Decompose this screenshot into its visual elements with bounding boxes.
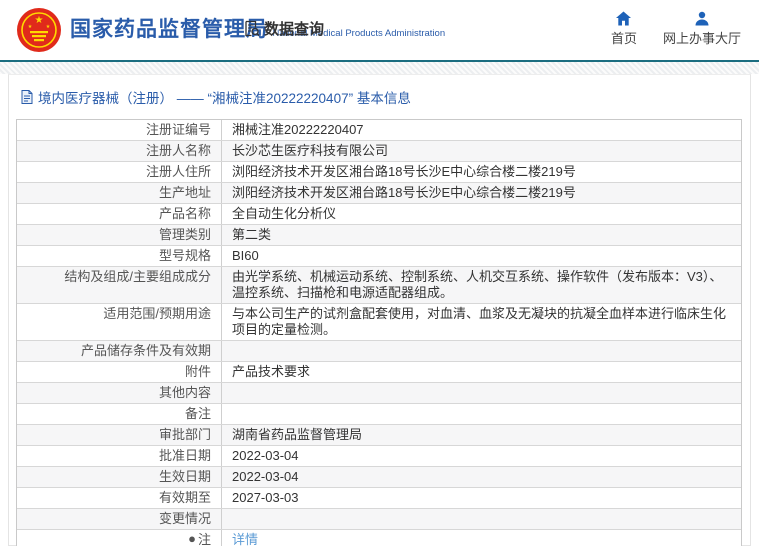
document-search-icon: [243, 20, 260, 37]
row-label: 注册证编号: [17, 120, 222, 140]
row-value: 2027-03-03: [232, 490, 299, 505]
table-row: 产品储存条件及有效期: [17, 341, 741, 362]
nav-home-label: 首页: [610, 31, 637, 46]
row-label: 管理类别: [17, 225, 222, 245]
table-row: 审批部门 湖南省药品监督管理局: [17, 425, 741, 446]
data-query-tab[interactable]: 数据查询: [243, 18, 324, 39]
row-label: 适用范围/预期用途: [17, 304, 222, 340]
table-row: 注册人名称 长沙芯生医疗科技有限公司: [17, 141, 741, 162]
decorative-strip: [0, 62, 759, 74]
nav-online-hall-label: 网上办事大厅: [662, 31, 741, 46]
row-value: [222, 341, 741, 361]
content-panel: 境内医疗器械（注册） —— “湘械注准20222220407” 基本信息 注册证…: [8, 74, 751, 546]
table-row: 生效日期 2022-03-04: [17, 467, 741, 488]
breadcrumb: 境内医疗器械（注册） —— “湘械注准20222220407” 基本信息: [9, 75, 750, 117]
document-icon: [21, 90, 33, 104]
table-row: 适用范围/预期用途 与本公司生产的试剂盒配套使用，对血清、血浆及无凝块的抗凝全血样…: [17, 304, 741, 341]
table-row: 管理类别 第二类: [17, 225, 741, 246]
note-icon: ●: [188, 531, 196, 546]
row-value: 由光学系统、机械运动系统、控制系统、人机交互系统、操作软件（发布版本：V3）、温…: [232, 269, 723, 300]
row-label: 生产地址: [17, 183, 222, 203]
nav-online-hall[interactable]: 网上办事大厅: [663, 11, 741, 47]
table-row: 生产地址 浏阳经济技术开发区湘台路18号长沙E中心综合楼二楼219号: [17, 183, 741, 204]
row-value: 浏阳经济技术开发区湘台路18号长沙E中心综合楼二楼219号: [232, 164, 576, 179]
detail-link[interactable]: 详情: [232, 532, 258, 546]
row-label: ● 注: [17, 530, 222, 546]
row-value: 2022-03-04: [232, 448, 299, 463]
table-row: 批准日期 2022-03-04: [17, 446, 741, 467]
row-value: 详情: [222, 530, 741, 546]
header-nav: 首页 网上办事大厅: [611, 11, 741, 47]
row-label: 审批部门: [17, 425, 222, 445]
row-label: 结构及组成/主要组成成分: [17, 267, 222, 303]
table-row: 结构及组成/主要组成成分 由光学系统、机械运动系统、控制系统、人机交互系统、操作软…: [17, 267, 741, 304]
nav-home[interactable]: 首页: [611, 11, 637, 47]
row-value: 产品技术要求: [232, 364, 311, 379]
table-row: 注册证编号 湘械注准20222220407: [17, 120, 741, 141]
home-icon: [615, 11, 632, 26]
table-row: 有效期至 2027-03-03: [17, 488, 741, 509]
row-label: 注册人名称: [17, 141, 222, 161]
row-label: 附件: [17, 362, 222, 382]
row-value: 浏阳经济技术开发区湘台路18号长沙E中心综合楼二楼219号: [232, 185, 576, 200]
table-row: 变更情况: [17, 509, 741, 530]
row-value: 2022-03-04: [232, 469, 299, 484]
row-value: 全自动生化分析仪: [232, 206, 337, 221]
china-national-emblem-icon: ★ ★ ★: [16, 7, 62, 53]
row-label: 注册人住所: [17, 162, 222, 182]
row-label: 生效日期: [17, 467, 222, 487]
row-label: 产品名称: [17, 204, 222, 224]
row-label: 变更情况: [17, 509, 222, 529]
svg-text:★: ★: [35, 15, 44, 26]
svg-text:★: ★: [28, 24, 33, 30]
site-title-cn: 国家药品监督管理局: [70, 18, 268, 41]
table-row: 其他内容: [17, 383, 741, 404]
table-row: ● 注详情: [17, 530, 741, 546]
row-value: [222, 404, 741, 424]
table-row: 备注: [17, 404, 741, 425]
site-header: ★ ★ ★ 国家药品监督管理局 National Medical Product…: [0, 0, 759, 62]
site-logo[interactable]: ★ ★ ★ 国家药品监督管理局 National Medical Product…: [16, 7, 445, 53]
row-label: 型号规格: [17, 246, 222, 266]
row-value: [222, 509, 741, 529]
row-value: 第二类: [232, 227, 272, 242]
row-label: 有效期至: [17, 488, 222, 508]
info-table: 注册证编号 湘械注准20222220407 注册人名称 长沙芯生医疗科技有限公司 注册人…: [16, 119, 742, 546]
row-value: 湘械注准20222220407: [232, 122, 364, 137]
user-icon: [694, 11, 710, 26]
breadcrumb-text: 境内医疗器械（注册） —— “湘械注准20222220407” 基本信息: [38, 91, 411, 106]
row-label: 其他内容: [17, 383, 222, 403]
data-query-label: 数据查询: [264, 21, 325, 38]
row-value: [222, 383, 741, 403]
row-value: 与本公司生产的试剂盒配套使用，对血清、血浆及无凝块的抗凝全血样本进行临床生化项目…: [232, 306, 727, 337]
row-label: 产品储存条件及有效期: [17, 341, 222, 361]
row-value: 湖南省药品监督管理局: [232, 427, 363, 442]
table-row: 型号规格 BI60: [17, 246, 741, 267]
row-value: 长沙芯生医疗科技有限公司: [232, 143, 389, 158]
table-row: 产品名称 全自动生化分析仪: [17, 204, 741, 225]
table-row: 附件 产品技术要求: [17, 362, 741, 383]
svg-text:★: ★: [46, 24, 51, 30]
row-label: 批准日期: [17, 446, 222, 466]
row-label: 备注: [17, 404, 222, 424]
table-row: 注册人住所 浏阳经济技术开发区湘台路18号长沙E中心综合楼二楼219号: [17, 162, 741, 183]
row-value: BI60: [232, 248, 259, 263]
